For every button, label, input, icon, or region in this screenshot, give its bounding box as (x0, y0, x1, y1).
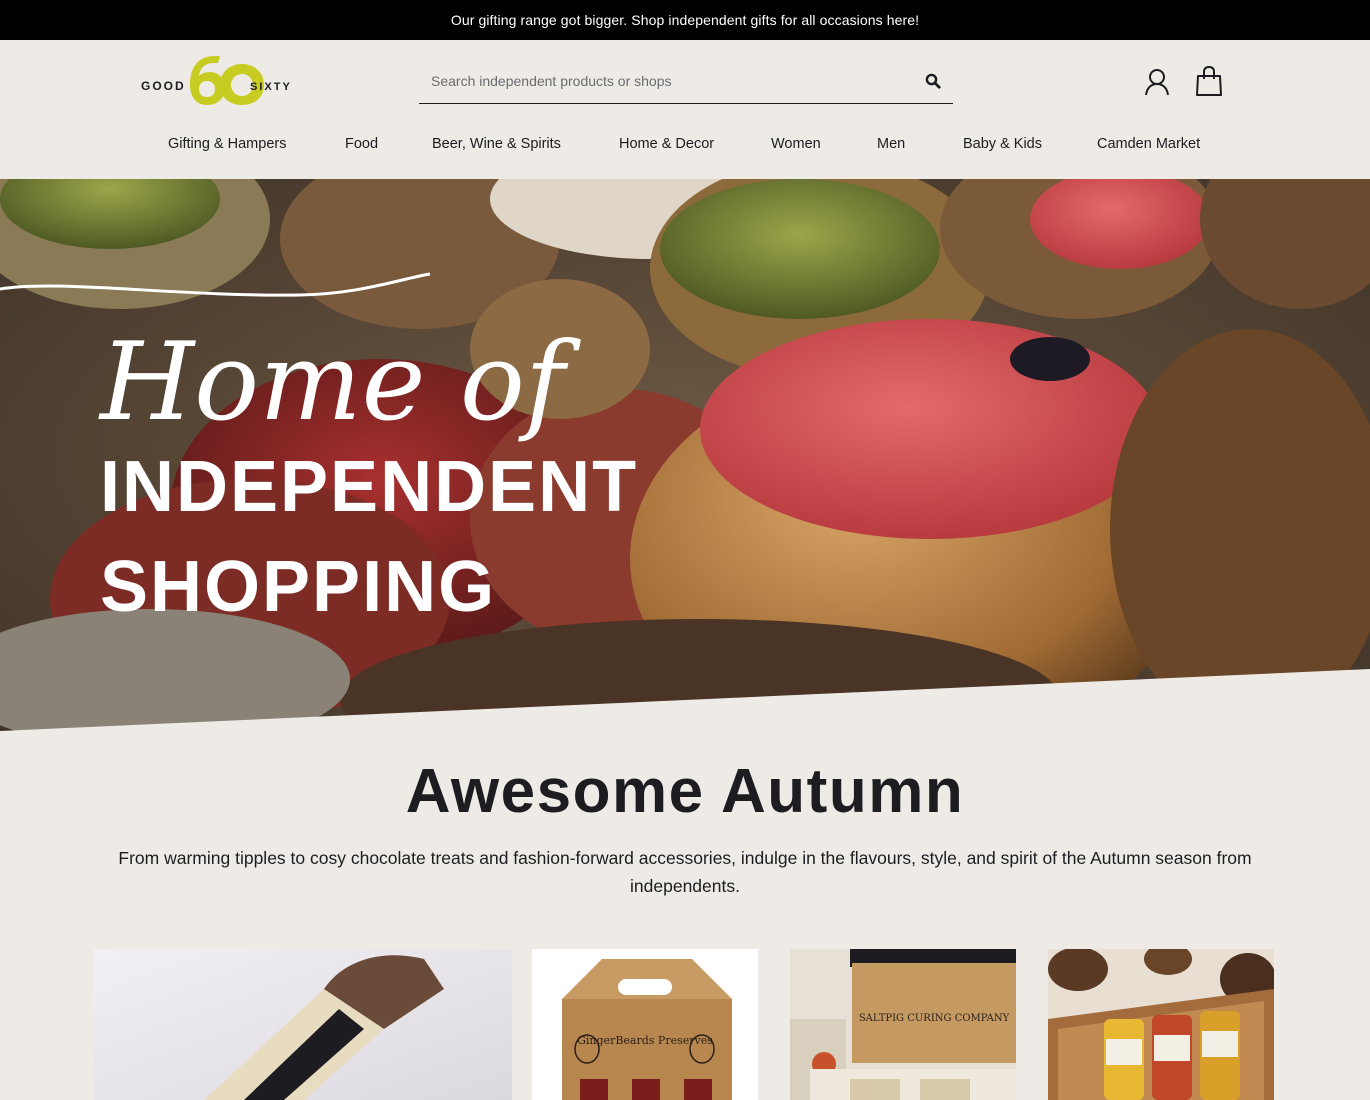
nav-item-baby-kids[interactable]: Baby & Kids (963, 136, 1042, 152)
hero-title-line-2: SHOPPING (100, 547, 496, 627)
section-title: Awesome Autumn (405, 757, 965, 826)
logo-left-word: GOOD (141, 79, 186, 93)
nav-item-home-decor[interactable]: Home & Decor (619, 136, 714, 152)
product-card-4[interactable] (1048, 949, 1274, 1100)
nav-item-food[interactable]: Food (345, 136, 378, 152)
product-card-2[interactable]: GingerBeards Preserves (532, 949, 758, 1100)
search-bar (419, 58, 953, 104)
product-image-1 (94, 949, 512, 1100)
search-input[interactable] (419, 58, 913, 103)
search-icon (925, 73, 941, 89)
product-image-2: GingerBeards Preserves (532, 949, 758, 1100)
basket-button[interactable] (1194, 64, 1224, 98)
account-button[interactable] (1142, 66, 1172, 98)
product-image-4 (1048, 949, 1274, 1100)
main-nav: Gifting & Hampers Food Beer, Wine & Spir… (0, 136, 1370, 164)
product-box-text-3: SALTPIG CURING COMPANY (859, 1013, 1010, 1024)
logo-right-word: SIXTY (250, 81, 292, 93)
product-card-3[interactable]: SALTPIG CURING COMPANY (790, 949, 1016, 1100)
logo[interactable]: GOOD SIXTY (140, 54, 292, 108)
user-icon (1145, 69, 1169, 96)
hero-banner[interactable]: Home of INDEPENDENT SHOPPING (0, 179, 1370, 731)
nav-item-beer-wine-spirits[interactable]: Beer, Wine & Spirits (432, 136, 561, 152)
hero-title-line-1: INDEPENDENT (100, 447, 638, 527)
nav-item-men[interactable]: Men (877, 136, 905, 152)
section-description: From warming tipples to cosy chocolate t… (118, 848, 1252, 896)
nav-item-gifting-hampers[interactable]: Gifting & Hampers (168, 136, 286, 152)
hero-image: Home of INDEPENDENT SHOPPING (0, 179, 1370, 731)
product-card-1[interactable] (94, 949, 512, 1100)
shopping-bag-icon (1196, 65, 1222, 96)
hero-script-text: Home of (98, 320, 581, 445)
search-button[interactable] (913, 63, 953, 99)
nav-item-women[interactable]: Women (771, 136, 821, 152)
site-header: GOOD SIXTY Gifting & Hampers (0, 40, 1370, 179)
product-image-3: SALTPIG CURING COMPANY (790, 949, 1016, 1100)
nav-item-camden-market[interactable]: Camden Market (1097, 136, 1200, 152)
announcement-text[interactable]: Our gifting range got bigger. Shop indep… (451, 12, 919, 28)
announcement-bar[interactable]: Our gifting range got bigger. Shop indep… (0, 0, 1370, 40)
